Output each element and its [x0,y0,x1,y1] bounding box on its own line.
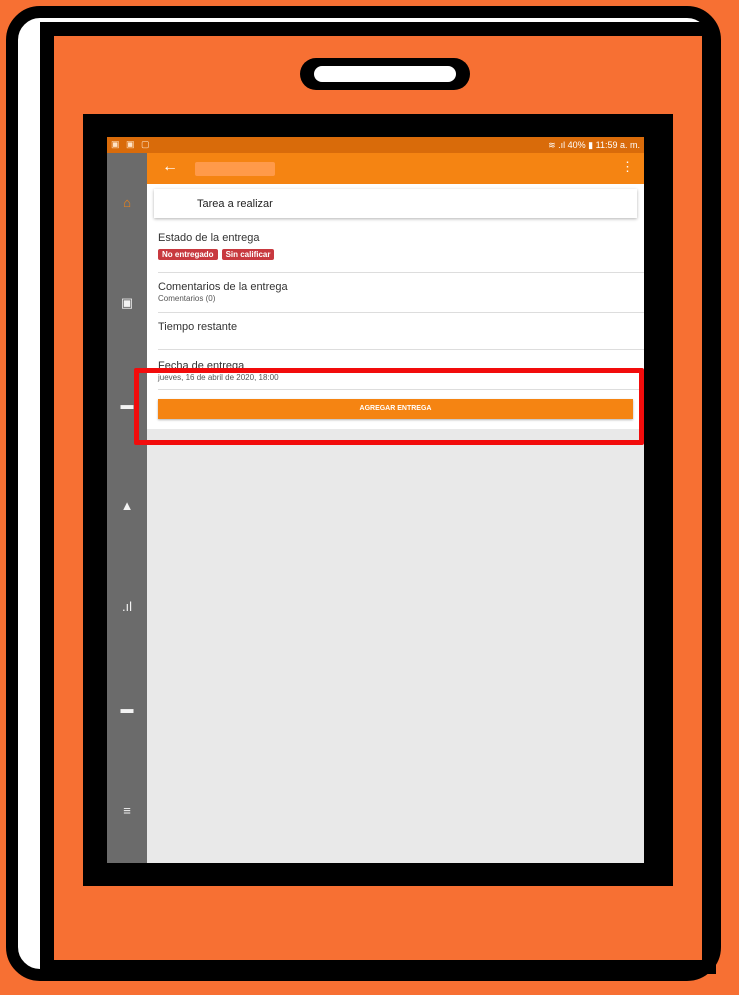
task-card[interactable]: Tarea a realizar [154,189,637,218]
wifi-signal-icon: ≋ .ıl [548,140,566,150]
time-left-label: Tiempo restante [158,321,238,333]
status-notification-icons: ▣ ▣ ▢ [111,139,152,149]
overflow-menu-icon[interactable]: ⋮ [621,159,634,175]
status-bar: ▣ ▣ ▢ ≋ .ıl 40% ▮ 11:59 a. m. [107,137,644,153]
main-content: Tarea a realizar Estado de la entrega No… [147,184,644,863]
status-right: ≋ .ıl 40% ▮ 11:59 a. m. [548,140,640,151]
divider [158,312,644,313]
app-bar: ← ⋮ [147,153,644,184]
delivery-status-label: Estado de la entrega [158,232,260,244]
divider [158,272,644,273]
grade-badge: Sin calificar [221,249,275,260]
hamburger-icon[interactable]: ≡ [107,803,147,818]
folder-icon[interactable]: ▬ [107,701,147,716]
device-screen: ▣ ▣ ▢ ≋ .ıl 40% ▮ 11:59 a. m. ⌂ ▣ ▬ ▲ .ı… [107,137,644,863]
tablet-speaker [300,58,470,90]
app-bar-title [195,162,275,176]
highlight-annotation [134,368,644,445]
chart-icon[interactable]: .ıl [107,599,147,614]
comments-count[interactable]: Comentarios (0) [158,294,644,303]
home-icon[interactable]: ⌂ [107,195,147,210]
comments-section[interactable]: Comentarios de la entrega Comentarios (0… [158,281,644,303]
task-title: Tarea a realizar [197,198,273,210]
bell-icon[interactable]: ▲ [107,498,147,513]
delivery-status-badges: No entregado Sin calificar [158,244,644,262]
status-badge: No entregado [158,249,218,260]
battery-clock: 40% ▮ 11:59 a. m. [567,140,640,150]
time-left-section: Tiempo restante [158,321,644,333]
sidebar: ⌂ ▣ ▬ ▲ .ıl ▬ ≡ [107,153,147,863]
delivery-status-section: Estado de la entrega No entregado Sin cal… [158,232,644,262]
back-arrow-icon[interactable]: ← [162,158,178,176]
comments-label: Comentarios de la entrega [158,281,288,293]
calendar-icon[interactable]: ▣ [107,295,147,311]
divider [158,349,644,350]
